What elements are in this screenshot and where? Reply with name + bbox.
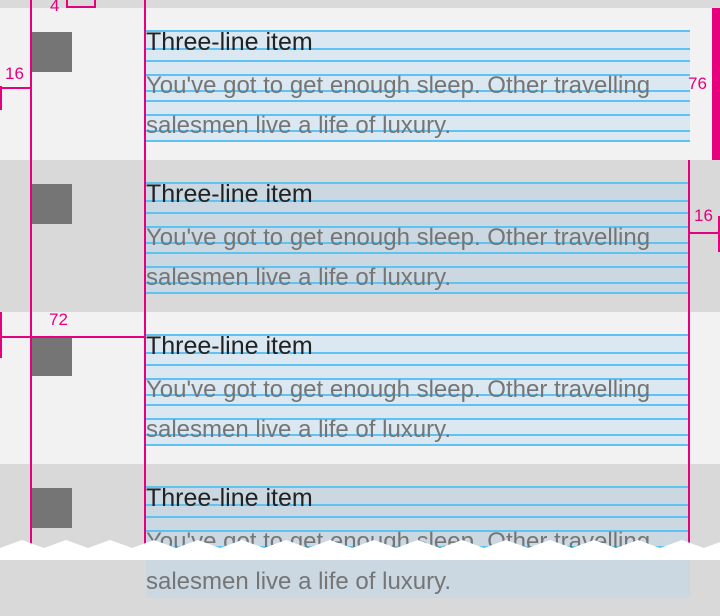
list-item-body: You've got to get enough sleep. Other tr… (146, 224, 651, 291)
list-item[interactable]: Three-line item You've got to get enough… (0, 160, 720, 312)
baseline-grid-line (146, 516, 690, 518)
spacing-marker-left (0, 86, 2, 110)
list-item-body: You've got to get enough sleep. Other tr… (146, 376, 651, 443)
list-item-title: Three-line item (146, 484, 313, 512)
spacing-marker-offset-start (0, 312, 2, 358)
spacing-marker-left-line (0, 87, 30, 89)
torn-edge (0, 540, 720, 560)
list-item[interactable]: Three-line item You've got to get enough… (0, 8, 720, 160)
spacing-label-right: 16 (694, 206, 713, 225)
avatar-placeholder (32, 488, 72, 528)
height-marker-bar (712, 8, 720, 160)
avatar-placeholder (32, 32, 72, 72)
top-band (0, 0, 720, 8)
list-item-body: You've got to get enough sleep. Other tr… (146, 72, 651, 139)
spacing-marker-offset-line (0, 336, 146, 338)
spacing-marker-top-line (66, 6, 96, 8)
spacing-label-left: 16 (5, 64, 24, 83)
list-item-body: You've got to get enough sleep. Other tr… (146, 528, 651, 595)
list-item-title: Three-line item (146, 180, 313, 208)
keyline-left (30, 0, 32, 560)
height-label: 76 (688, 74, 707, 93)
list-item[interactable]: Three-line item You've got to get enough… (0, 312, 720, 464)
avatar-placeholder (32, 184, 72, 224)
list-item-title: Three-line item (146, 332, 313, 360)
spacing-marker-right-line (690, 232, 720, 234)
avatar-placeholder (32, 336, 72, 376)
keyline-right (688, 160, 690, 560)
baseline-grid-line (146, 60, 690, 62)
baseline-grid-line (146, 212, 690, 214)
spacing-marker-top-end (94, 0, 96, 8)
list-item-title: Three-line item (146, 28, 313, 56)
baseline-grid-line (146, 364, 690, 366)
spacing-label-offset: 72 (49, 310, 68, 329)
spacing-label-top: 4 (50, 0, 60, 15)
keyline-text (144, 0, 146, 560)
